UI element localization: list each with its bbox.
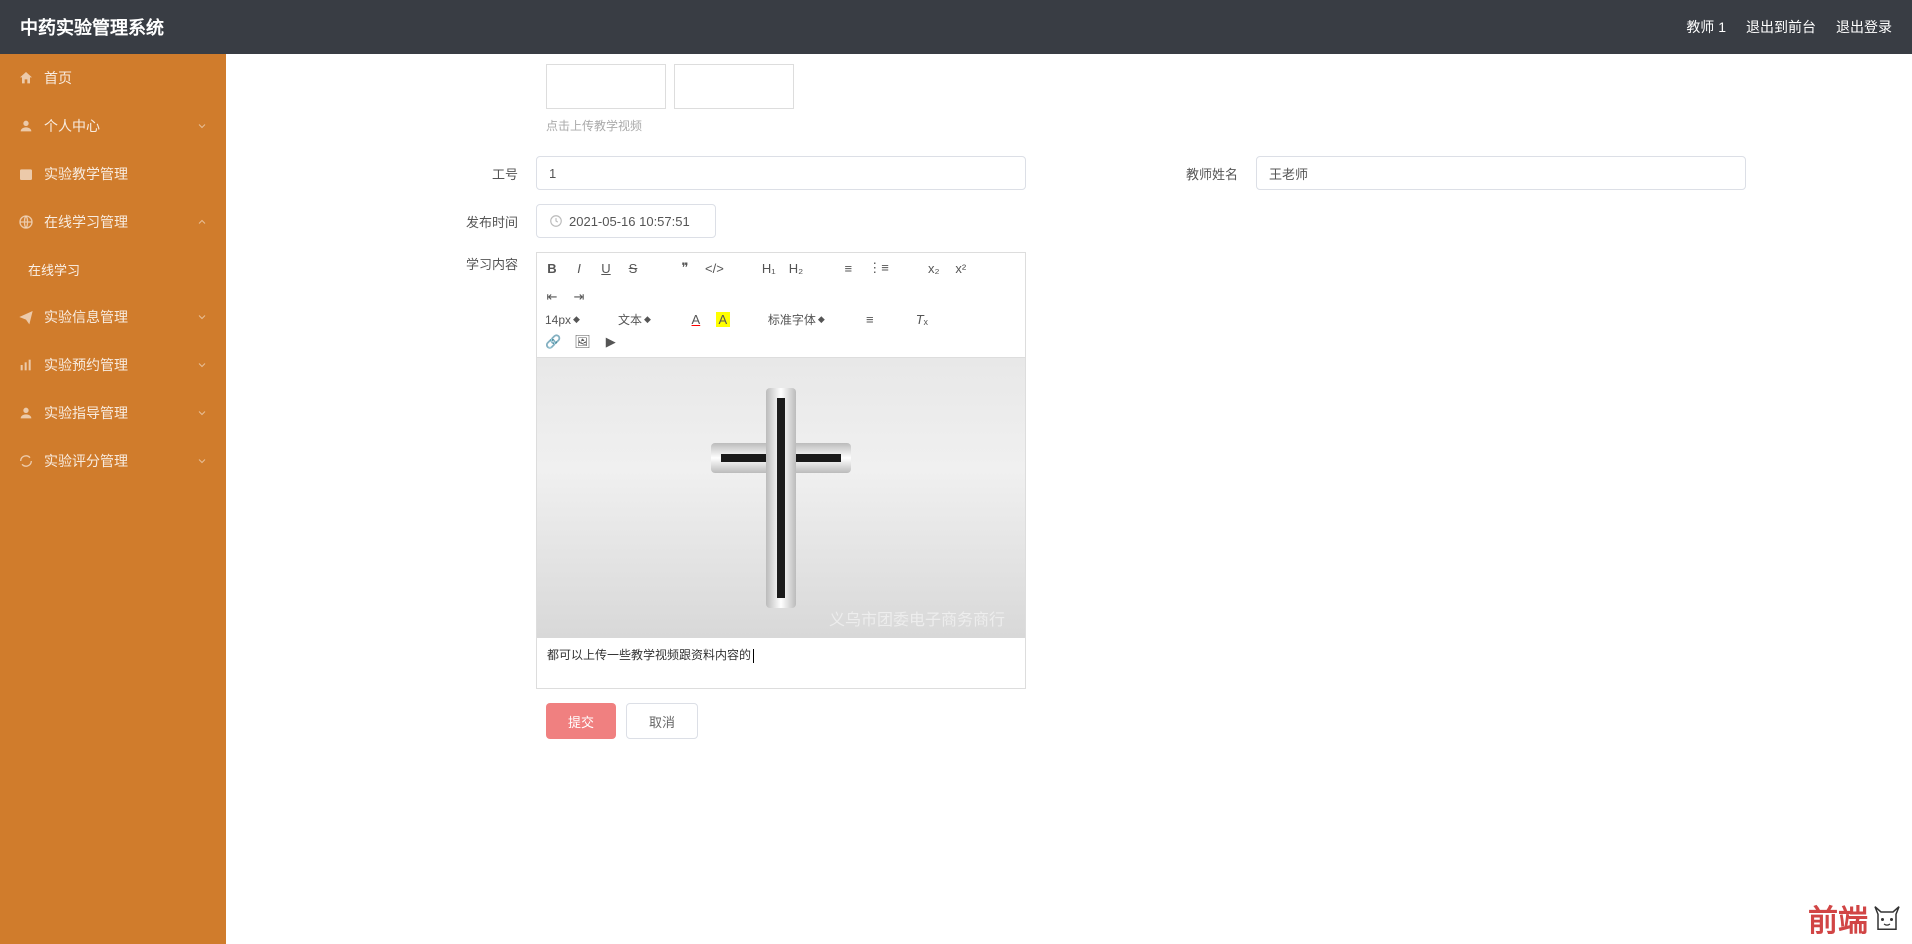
sidebar-info[interactable]: 实验信息管理 (0, 293, 226, 341)
h1-button[interactable]: H₁ (762, 261, 776, 276)
logout-link[interactable]: 退出登录 (1836, 17, 1892, 37)
editor-toolbar: B I U S ❞ </> H₁ H₂ ≡ ⋮≡ (537, 253, 1025, 358)
teacher-name-input[interactable] (1256, 156, 1746, 190)
job-no-input[interactable] (536, 156, 1026, 190)
cat-icon (1872, 903, 1902, 933)
user-icon (18, 405, 34, 421)
chevron-down-icon (196, 455, 208, 467)
back-to-front-link[interactable]: 退出到前台 (1746, 17, 1816, 37)
sidebar-scoring[interactable]: 实验评分管理 (0, 437, 226, 485)
chevron-down-icon (196, 311, 208, 323)
indent-right-button[interactable]: ⇥ (572, 289, 586, 305)
globe-icon (18, 214, 34, 230)
clock-icon (549, 214, 563, 228)
send-icon (18, 309, 34, 325)
chevron-down-icon (196, 407, 208, 419)
editor-body-text: 都可以上传一些教学视频跟资料内容的 (537, 638, 1025, 671)
home-icon (18, 70, 34, 86)
content-label: 学习内容 (226, 252, 536, 689)
user-icon (18, 118, 34, 134)
superscript-button[interactable]: x² (954, 261, 968, 276)
publish-time-label: 发布时间 (226, 212, 536, 231)
calendar-icon (18, 166, 34, 182)
app-title: 中药实验管理系统 (20, 14, 164, 40)
indent-left-button[interactable]: ⇤ (545, 289, 559, 305)
sidebar-teaching[interactable]: 实验教学管理 (0, 150, 226, 198)
sidebar-online-study[interactable]: 在线学习 (0, 246, 226, 293)
top-bar-right: 教师 1 退出到前台 退出登录 (1686, 17, 1892, 37)
editor-content-area[interactable]: 义乌市团委电子商务商行 都可以上传一些教学视频跟资料内容的 (537, 358, 1025, 688)
quote-button[interactable]: ❞ (678, 260, 692, 276)
editor-embedded-image: 义乌市团委电子商务商行 (537, 358, 1025, 638)
teacher-name-label: 教师姓名 (1156, 164, 1256, 183)
chevron-down-icon (196, 120, 208, 132)
sidebar-reservation[interactable]: 实验预约管理 (0, 341, 226, 389)
sidebar-personal[interactable]: 个人中心 (0, 102, 226, 150)
text-color-button[interactable]: A (689, 312, 703, 327)
job-no-label: 工号 (226, 164, 536, 183)
cancel-button[interactable]: 取消 (626, 703, 698, 739)
text-cursor (753, 649, 754, 663)
align-button[interactable]: ≡ (863, 312, 877, 327)
bg-color-button[interactable]: A (716, 312, 730, 327)
link-button[interactable]: 🔗 (545, 334, 561, 350)
publish-time-input[interactable]: 2021-05-16 10:57:51 (536, 204, 716, 238)
chevron-down-icon (196, 359, 208, 371)
chart-icon (18, 357, 34, 373)
clear-format-button[interactable]: Tₓ (915, 312, 929, 327)
thumbnail-1[interactable] (546, 64, 666, 109)
sidebar-home[interactable]: 首页 (0, 54, 226, 102)
underline-button[interactable]: U (599, 261, 613, 276)
h2-button[interactable]: H₂ (789, 261, 803, 276)
upload-thumbnails (546, 64, 1912, 109)
chevron-up-icon (196, 216, 208, 228)
subscript-button[interactable]: x₂ (927, 261, 941, 276)
sidebar: 首页 个人中心 实验教学管理 在线学习管理 在线学习 实验信息管理 实验预约管理 (0, 54, 226, 944)
sidebar-guidance[interactable]: 实验指导管理 (0, 389, 226, 437)
strikethrough-button[interactable]: S (626, 261, 640, 276)
main-content: 点击上传教学视频 工号 教师姓名 发布时间 2021-05-16 10:57:5… (226, 54, 1912, 944)
user-label[interactable]: 教师 1 (1686, 17, 1726, 37)
refresh-icon (18, 453, 34, 469)
font-size-select[interactable]: 14px ◆ (545, 313, 580, 327)
thumbnail-2[interactable] (674, 64, 794, 109)
sidebar-online-study-mgmt[interactable]: 在线学习管理 (0, 198, 226, 246)
image-button[interactable]: 🖼 (574, 334, 591, 350)
submit-button[interactable]: 提交 (546, 703, 616, 739)
image-watermark: 义乌市团委电子商务商行 (829, 606, 1005, 630)
video-button[interactable]: ▶ (604, 334, 618, 350)
font-family-select[interactable]: 标准字体 ◆ (768, 311, 825, 328)
text-type-select[interactable]: 文本 ◆ (618, 311, 651, 328)
upload-video-hint[interactable]: 点击上传教学视频 (546, 117, 1912, 134)
footer-logo: 前端 (1808, 896, 1902, 940)
code-button[interactable]: </> (705, 261, 724, 276)
bold-button[interactable]: B (545, 261, 559, 276)
rich-text-editor: B I U S ❞ </> H₁ H₂ ≡ ⋮≡ (536, 252, 1026, 689)
unordered-list-button[interactable]: ⋮≡ (868, 260, 889, 276)
italic-button[interactable]: I (572, 261, 586, 276)
ordered-list-button[interactable]: ≡ (841, 261, 855, 276)
top-bar: 中药实验管理系统 教师 1 退出到前台 退出登录 (0, 0, 1912, 54)
